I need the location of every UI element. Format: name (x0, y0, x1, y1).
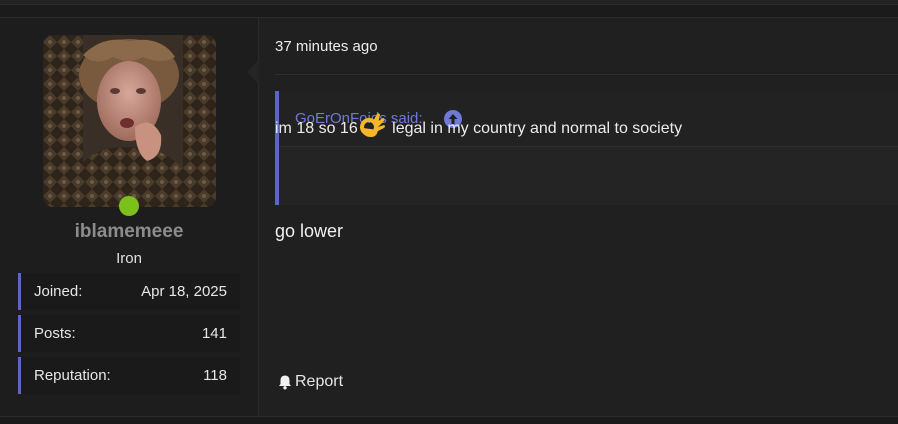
post-timestamp[interactable]: 37 minutes ago (275, 38, 378, 55)
stat-value: 141 (201, 325, 227, 342)
post-message: go lower (275, 221, 344, 241)
stat-posts: Posts: 141 (18, 315, 240, 352)
stat-label: Joined: (34, 283, 83, 300)
ok-hand-emoji-icon (358, 112, 386, 140)
stat-reputation: Reputation: 118 (18, 357, 240, 394)
user-sidebar: iblamemeee Iron Joined: Apr 18, 2025 Pos… (0, 18, 259, 416)
online-status-indicator (119, 196, 139, 216)
report-label: Report (295, 373, 344, 390)
divider (275, 74, 898, 75)
avatar[interactable] (43, 35, 216, 207)
post-arrow (247, 60, 259, 84)
username[interactable]: iblamemeee (0, 221, 258, 243)
stat-value: Apr 18, 2025 (141, 283, 227, 300)
previous-post-edge (0, 0, 898, 5)
stat-joined: Joined: Apr 18, 2025 (18, 273, 240, 310)
post-main: 37 minutes ago GoErOnFoids said: im 18 s… (259, 18, 898, 416)
quote-text-part: legal in my country and normal to societ… (387, 120, 683, 137)
report-button[interactable]: Report (277, 373, 343, 391)
bell-icon (279, 375, 291, 390)
quote-block: GoErOnFoids said: (275, 91, 898, 205)
user-rank: Iron (116, 250, 142, 267)
quote-text: im 18 so 16 legal in my country and norm… (275, 112, 682, 140)
stat-label: Posts: (34, 325, 76, 342)
stat-label: Reputation: (34, 367, 111, 384)
stat-value: 118 (203, 367, 227, 384)
forum-post: iblamemeee Iron Joined: Apr 18, 2025 Pos… (0, 17, 898, 417)
quote-text-part: im 18 so 16 (275, 120, 358, 137)
thread-page: iblamemeee Iron Joined: Apr 18, 2025 Pos… (0, 0, 898, 424)
